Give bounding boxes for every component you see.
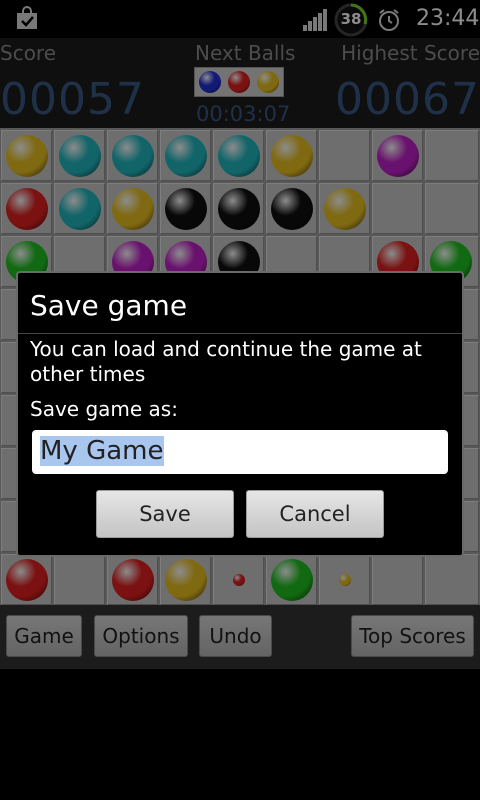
dialog-divider [18,333,462,334]
save-name-value: My Game [40,436,164,466]
save-game-dialog: Save game You can load and continue the … [16,271,464,557]
save-button[interactable]: Save [96,490,234,538]
dialog-title: Save game [30,289,188,322]
cancel-button[interactable]: Cancel [246,490,384,538]
save-as-label: Save game as: [30,397,178,421]
dialog-message: You can load and continue the game at ot… [30,337,422,386]
save-name-input[interactable]: My Game [32,430,448,474]
